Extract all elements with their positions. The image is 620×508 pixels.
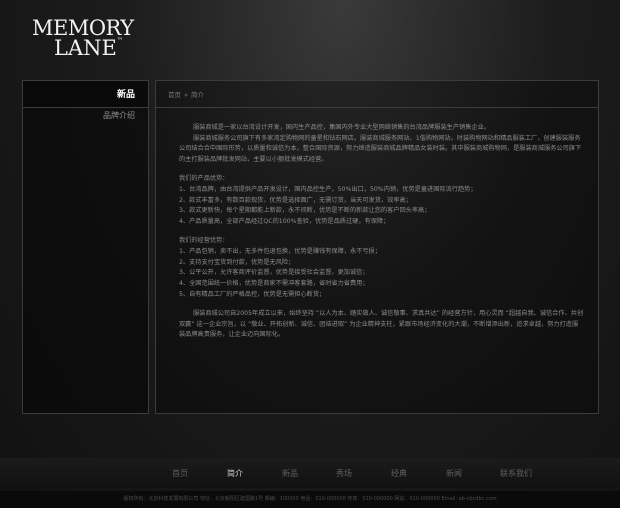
product-advantage-item: 1、台湾品牌，由台湾提供产品开发设计，国内品控生产，50%出口，50%内销，优势…	[179, 186, 477, 194]
logo[interactable]: MEMORY LANE™	[32, 18, 136, 59]
closing-paragraph: 服装商城公司自2005年成立以来，始终坚持 “以人为本、踏实做人、诚信敬事、求真…	[179, 310, 584, 339]
business-advantages-heading: 我们的经营优势：	[179, 237, 229, 245]
footer-nav-home[interactable]: 首页	[172, 468, 188, 479]
logo-line-2: LANE™	[32, 38, 136, 59]
business-advantage-item: 5、自有精品工厂的严格品控，优势是无需担心断货；	[179, 290, 326, 298]
product-advantage-item: 2、款式丰富多，有数百款现货，优势是选择面广，无需订货，当天可发货，效率高；	[179, 196, 412, 204]
main-content-panel: 首页» 简介 服装商城是一家以台湾设计开发，国内生产品控，集国内外专业大型网络销售…	[155, 80, 599, 414]
sidebar-item-brand-intro[interactable]: 品牌介绍	[23, 109, 148, 123]
sidebar-heading: 新品	[23, 81, 148, 108]
business-advantage-item: 2、支持支付宝货到付款，优势是无风险；	[179, 258, 295, 266]
article-body: 服装商城是一家以台湾设计开发，国内生产品控，集国内外专业大型网络销售的台湾品牌服…	[156, 108, 598, 341]
logo-line-2-text: LANE	[54, 36, 117, 60]
copyright-bar: 版权所有：北京科技发展有限公司 地址：北京朝阳区建国路1号 邮编：100000 …	[0, 491, 620, 508]
footer-nav-classic[interactable]: 经典	[391, 468, 407, 479]
breadcrumb-current: 简介	[190, 91, 204, 99]
business-advantage-item: 4、全国范围统一价格，优势是商家不需冲客套路，省时省力省费用；	[179, 280, 369, 288]
product-advantage-item: 3、款式更新快，每个星期都能上新款，永不间断，优势是不断的新款让您的客户回头率高…	[179, 207, 431, 215]
logo-trademark: ™	[116, 37, 123, 44]
intro-paragraph-2: 服装商城服务公司旗下有多家湾定购物网的童星和钻石网店。服装商城服务网站、1偕购物…	[179, 134, 582, 164]
intro-paragraph-1: 服装商城是一家以台湾设计开发，国内生产品控，集国内外专业大型网络销售的台湾品牌服…	[193, 124, 490, 131]
breadcrumb-separator: »	[184, 91, 188, 99]
business-advantage-item: 1、产品包销，卖不出，无多件包退包换，优势是赚钱有保障，永不亏损；	[179, 248, 381, 256]
product-advantage-item: 4、产品质量高，全部产品经过QC的100%查验，优势是品质过硬，有保障；	[179, 218, 390, 226]
footer-nav-contact[interactable]: 联系我们	[500, 468, 532, 479]
breadcrumb-home-link[interactable]: 首页	[168, 91, 181, 99]
breadcrumb: 首页» 简介	[156, 81, 598, 108]
footer-nav-new-products[interactable]: 新品	[282, 468, 298, 479]
business-advantage-item: 3、公平公开，允许客商评价监督，优势是接受社会监督，更加诚信；	[179, 269, 369, 277]
footer-nav-news[interactable]: 新闻	[446, 468, 462, 479]
product-advantages-heading: 我们的产品优势：	[179, 175, 229, 183]
footer-nav-about[interactable]: 简介	[227, 468, 243, 479]
sidebar: 新品 品牌介绍	[22, 80, 149, 414]
footer-navigation: 首页 简介 新品 秀场 经典 新闻 联系我们	[0, 458, 620, 488]
footer-nav-showroom[interactable]: 秀场	[336, 468, 352, 479]
